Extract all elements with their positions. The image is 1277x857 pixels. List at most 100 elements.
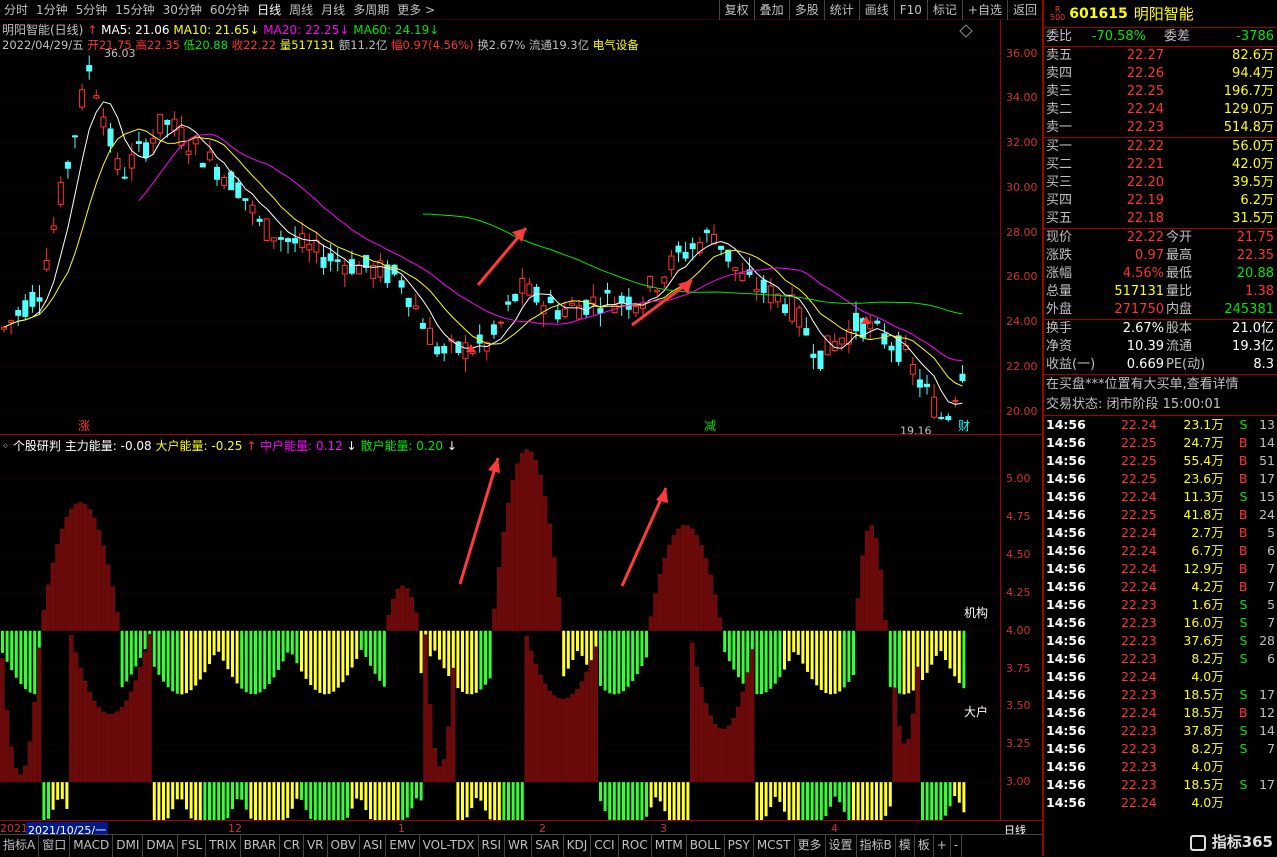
toolbar-button[interactable]: 标记 (926, 0, 962, 20)
big-neg-bar (829, 782, 832, 807)
stat-label: 今开 (1166, 230, 1193, 245)
indicator-tab[interactable]: CR (280, 835, 304, 857)
period-tab[interactable]: 周线 (285, 0, 317, 20)
period-tab[interactable]: 月线 (317, 0, 349, 20)
indicator-tab[interactable]: 设置 (826, 835, 857, 857)
book-label: 买一 (1046, 139, 1073, 154)
big-order-message[interactable]: 在买盘***位置有大买单,查看详情 (1044, 375, 1277, 395)
period-tab[interactable]: 更多 > (393, 0, 439, 20)
book-price: 22.18 (1126, 211, 1164, 226)
big-neg-bar (318, 782, 322, 820)
indicator-tab[interactable]: 更多 (795, 835, 826, 857)
settings-diamond-icon[interactable] (959, 24, 973, 38)
indicator-tab[interactable]: TRIX (206, 835, 241, 857)
toolbar-button[interactable]: F10 (893, 0, 927, 20)
candle-body (561, 308, 568, 317)
toolbar-button[interactable]: 多股 (788, 0, 824, 20)
indicator-tab[interactable]: 指标B (857, 835, 896, 857)
toolbar-button[interactable]: 复权 (718, 0, 754, 20)
big-hill-bar (552, 695, 557, 783)
big-neg-bar (930, 782, 934, 820)
inst-neg-bar (939, 630, 943, 652)
period-tab[interactable]: 多周期 (349, 0, 393, 20)
tick-side: B (1238, 561, 1248, 576)
stat-value: 1.38 (1245, 284, 1274, 299)
period-tab[interactable]: 1分钟 (32, 0, 72, 20)
tick-count: 17 (1259, 687, 1276, 702)
stat-row: 总量 517131 量比 1.38 (1044, 283, 1277, 301)
book-price: 22.19 (1126, 193, 1164, 208)
tick-time: 14:56 (1046, 687, 1086, 702)
stat-value: 10.39 (1126, 339, 1164, 354)
indicator-tab[interactable]: MACD (70, 835, 114, 857)
indicator-tab[interactable]: WR (505, 835, 533, 857)
toolbar-button[interactable]: 返回 (1006, 0, 1042, 20)
tick-volume: 18.5万 (1183, 687, 1224, 702)
tick-price: 22.23 (1120, 723, 1157, 738)
indicator-tab[interactable]: 窗口 (39, 835, 71, 857)
book-row: 卖三 22.25 196.7万 (1044, 83, 1277, 101)
big-hill-bar (105, 713, 111, 783)
indicator-tab[interactable]: VOL-TDX (420, 835, 479, 857)
big-neg-bar (783, 782, 786, 812)
inst-neg-bar (764, 630, 768, 693)
indicator-tab[interactable]: + (934, 835, 951, 857)
stat-row: 外盘 271750 内盘 245381 (1044, 301, 1277, 319)
indicator-tab[interactable]: FSL (178, 835, 207, 857)
indicator-tab[interactable]: 指标A (0, 835, 40, 857)
expand-icon[interactable]: ◦ (2, 439, 9, 453)
inst-neg-bar (203, 630, 207, 673)
period-tab[interactable]: 5分钟 (72, 0, 112, 20)
indicator-tab[interactable]: RSI (479, 835, 506, 857)
indicator-tab[interactable]: 板 (915, 835, 934, 857)
indicator-chart[interactable] (0, 434, 1042, 820)
indicator-tab[interactable]: SAR (532, 835, 564, 857)
inst-neg-bar (336, 630, 340, 688)
indicator-tab[interactable]: VR (304, 835, 328, 857)
indicator-tab[interactable]: MTM (652, 835, 687, 857)
big-hill-bar (9, 746, 14, 783)
tick-price: 22.23 (1120, 777, 1157, 792)
toolbar-button[interactable]: 统计 (823, 0, 859, 20)
period-tab[interactable]: 30分钟 (159, 0, 206, 20)
indicator-tab[interactable]: CCI (591, 835, 619, 857)
indicator-tab[interactable]: EMV (386, 835, 420, 857)
toolbar-button[interactable]: 画线 (858, 0, 894, 20)
inst-hill-bar (855, 598, 861, 631)
tick-time: 14:56 (1046, 741, 1086, 756)
indicator-tab[interactable]: DMI (113, 835, 144, 857)
indicator-tab[interactable]: ROC (619, 835, 652, 857)
indicator-tab[interactable]: DMA (143, 835, 179, 857)
indicator-tab[interactable]: - (951, 835, 963, 857)
period-tab[interactable]: 60分钟 (206, 0, 253, 20)
indicator-tab[interactable]: BRAR (241, 835, 281, 857)
book-volume: 82.6万 (1232, 48, 1274, 63)
indicator-tab[interactable]: MCST (754, 835, 795, 857)
inst-hill-bar (690, 528, 695, 631)
inst-neg-bar (217, 630, 221, 652)
toolbar-button[interactable]: 叠加 (753, 0, 789, 20)
indicator-tab[interactable]: KDJ (564, 835, 592, 857)
indicator-tab[interactable]: PSY (725, 835, 754, 857)
candle-body (526, 283, 533, 296)
candle-body (931, 396, 938, 418)
period-tab[interactable]: 分时 (0, 0, 32, 20)
book-volume: 129.0万 (1223, 102, 1274, 117)
candle-body (185, 150, 192, 156)
toolbar-button[interactable]: +自选 (961, 0, 1007, 20)
indicator-tab[interactable]: ASI (360, 835, 387, 857)
stat-label: 股本 (1166, 321, 1193, 336)
indicator-tab[interactable]: OBV (328, 835, 361, 857)
indicator-tab[interactable]: BOLL (687, 835, 725, 857)
indicator-tab[interactable]: 模 (896, 835, 915, 857)
tick-count: 12 (1259, 705, 1276, 720)
tick-row: 14:56 22.24 11.3万 S 15 (1044, 488, 1277, 506)
candlestick-chart[interactable]: 36.03 19.16 涨 减 财 (0, 20, 1042, 434)
badge-num: 500 (1050, 12, 1066, 22)
tick-list[interactable]: 14:56 22.24 23.1万 S 13 14:56 22.25 24.7万 B 14 14:5… (1044, 416, 1277, 830)
period-tab[interactable]: 日线 (253, 0, 285, 20)
big-neg-bar (612, 782, 616, 820)
tick-count (1247, 668, 1275, 686)
book-volume: 94.4万 (1232, 66, 1274, 81)
period-tab[interactable]: 15分钟 (111, 0, 158, 20)
